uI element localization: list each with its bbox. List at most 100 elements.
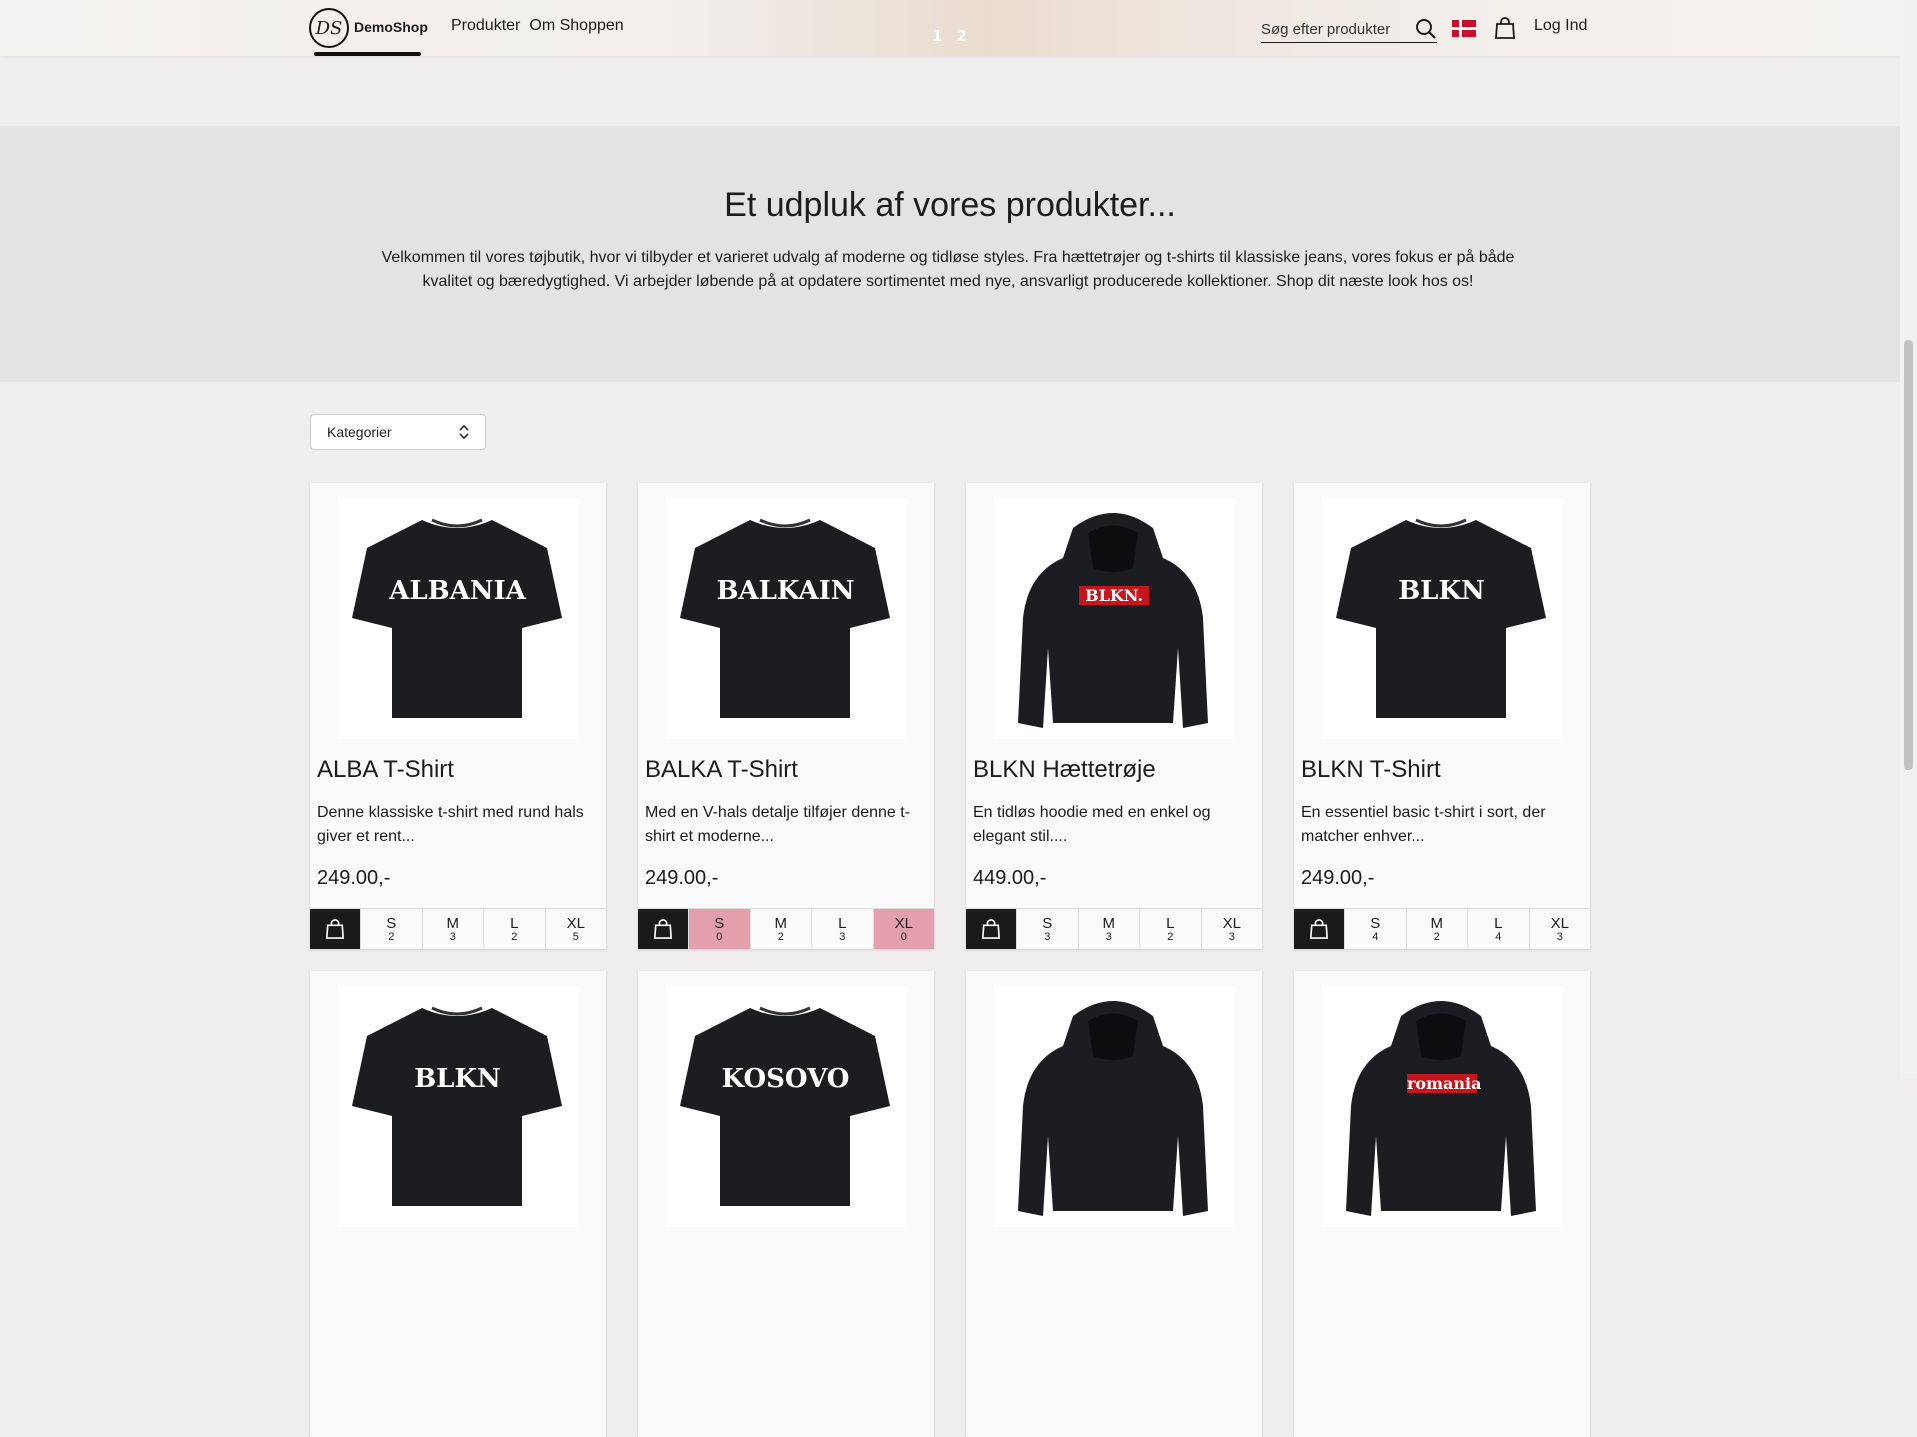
product-print: ALBANIA (389, 576, 526, 606)
intro-text: Velkommen til vores tøjbutik, hvor vi ti… (381, 249, 1515, 290)
product-card[interactable]: ALBANIA ALBA T-Shirt Denne klassiske t-shi… (310, 483, 606, 949)
size-selector: S 3 M 3 L 2 XL 3 (966, 908, 1262, 949)
pager-dot-1[interactable]: 1 (932, 27, 942, 45)
size-stock: 0 (900, 930, 907, 943)
product-card[interactable] (966, 971, 1262, 1437)
product-image[interactable] (993, 986, 1234, 1227)
size-stock: 3 (1044, 930, 1051, 943)
add-to-cart-button[interactable] (1294, 909, 1344, 949)
product-name[interactable]: ALBA T-Shirt (317, 756, 454, 784)
scrollbar-thumb[interactable] (1904, 340, 1913, 770)
product-image[interactable]: BLKN. (993, 498, 1234, 739)
product-price: 249.00,- (645, 867, 719, 889)
size-stock: 2 (1433, 930, 1440, 943)
product-card[interactable]: KOSOVO (638, 971, 934, 1437)
size-label: S (386, 914, 397, 932)
size-option-m[interactable]: M2 (1405, 909, 1468, 949)
product-card[interactable]: BLKN (310, 971, 606, 1437)
size-label: L (838, 914, 847, 932)
product-name[interactable]: BLKN Hættetrøje (973, 756, 1156, 784)
size-label: L (1494, 914, 1503, 932)
size-option-xl[interactable]: XL 0 (872, 909, 934, 949)
product-print: BLKN. (1079, 586, 1149, 605)
size-option-l[interactable]: L4 (1467, 909, 1529, 949)
product-description: En tidløs hoodie med en enkel og elegant… (973, 804, 1211, 845)
product-card[interactable]: romania (1294, 971, 1590, 1437)
size-label: M (1102, 914, 1116, 932)
product-image[interactable]: ALBANIA (337, 498, 578, 739)
size-selector: S 2 M 3 L 2 XL 5 (310, 908, 606, 949)
search-input[interactable] (1261, 20, 1411, 38)
product-price: 249.00,- (317, 867, 391, 889)
product-image[interactable]: BLKN (1321, 498, 1562, 739)
size-option-m[interactable]: M2 (749, 909, 812, 949)
size-selector: S 0 M 2 L 3 XL 0 (638, 908, 934, 949)
product-print: romania (1407, 1074, 1482, 1093)
size-option-s[interactable]: S3 (1016, 909, 1078, 949)
shopping-bag-icon (325, 919, 345, 939)
logo-icon[interactable]: DS (309, 8, 349, 48)
site-header: DS DemoShop Produkter Om Shoppen 1 2 Log… (0, 0, 1900, 56)
size-label: M (446, 914, 460, 932)
add-to-cart-button[interactable] (966, 909, 1016, 949)
brand-name[interactable]: DemoShop (354, 19, 428, 35)
category-select[interactable]: Kategorier (310, 414, 486, 450)
size-selector: S 4 M 2 L 4 XL 3 (1294, 908, 1590, 949)
size-stock: 2 (388, 930, 395, 943)
nav-om-shoppen[interactable]: Om Shoppen (529, 17, 623, 35)
search-box (1261, 16, 1437, 43)
size-option-s[interactable]: S0 (688, 909, 750, 949)
size-option-xl[interactable]: XL 3 (1528, 909, 1591, 949)
login-link[interactable]: Log Ind (1534, 17, 1587, 35)
product-price: 449.00,- (973, 867, 1047, 889)
size-stock: 0 (716, 930, 723, 943)
size-option-s[interactable]: S4 (1344, 909, 1406, 949)
size-option-xl[interactable]: XL 5 (544, 909, 607, 949)
shopping-bag-icon[interactable] (1494, 16, 1516, 40)
shopping-bag-icon (1309, 919, 1329, 939)
size-label: L (1166, 914, 1175, 932)
size-option-l[interactable]: L2 (1139, 909, 1201, 949)
category-label: Kategorier (327, 424, 392, 440)
product-print: BALKAIN (716, 576, 855, 606)
size-option-s[interactable]: S2 (360, 909, 422, 949)
pager-dot-2[interactable]: 2 (956, 27, 966, 45)
size-stock: 4 (1372, 930, 1379, 943)
size-option-l[interactable]: L2 (483, 909, 545, 949)
product-image[interactable]: BALKAIN (665, 498, 906, 739)
size-label: M (1430, 914, 1444, 932)
search-icon[interactable] (1415, 18, 1437, 40)
nav-produkter[interactable]: Produkter (451, 17, 520, 35)
size-label: XL (1222, 914, 1241, 932)
add-to-cart-button[interactable] (310, 909, 360, 949)
size-stock: 3 (839, 930, 846, 943)
product-card[interactable]: BLKN. BLKN Hættetrøje En tidløs hoodie med… (966, 483, 1262, 949)
size-option-m[interactable]: M3 (421, 909, 484, 949)
product-price: 249.00,- (1301, 867, 1375, 889)
product-card[interactable]: BALKAIN BALKA T-Shirt Med en V-hals detalj… (638, 483, 934, 949)
size-label: XL (1550, 914, 1569, 932)
size-option-xl[interactable]: XL 3 (1200, 909, 1263, 949)
product-card[interactable]: BLKN BLKN T-Shirt En essentiel basic t-shi… (1294, 483, 1590, 949)
product-image[interactable]: BLKN (337, 986, 578, 1227)
product-description: En essentiel basic t-shirt i sort, der m… (1301, 804, 1546, 845)
size-stock: 3 (449, 930, 456, 943)
product-name[interactable]: BLKN T-Shirt (1301, 756, 1441, 784)
danish-flag-icon[interactable] (1452, 20, 1476, 37)
add-to-cart-button[interactable] (638, 909, 688, 949)
shopping-bag-icon (981, 919, 1001, 939)
product-image[interactable]: romania (1321, 986, 1562, 1227)
shopping-bag-icon (653, 919, 673, 939)
size-label: L (510, 914, 519, 932)
size-option-m[interactable]: M3 (1077, 909, 1140, 949)
active-nav-indicator (314, 52, 421, 56)
size-stock: 3 (1105, 930, 1112, 943)
page-scrollbar[interactable] (1900, 0, 1917, 1079)
product-image[interactable]: KOSOVO (665, 986, 906, 1227)
size-option-l[interactable]: L3 (811, 909, 873, 949)
product-print: KOSOVO (721, 1064, 850, 1094)
slider-pager: 1 2 (932, 27, 967, 45)
size-label: S (714, 914, 725, 932)
product-name[interactable]: BALKA T-Shirt (645, 756, 798, 784)
size-label: S (1042, 914, 1053, 932)
